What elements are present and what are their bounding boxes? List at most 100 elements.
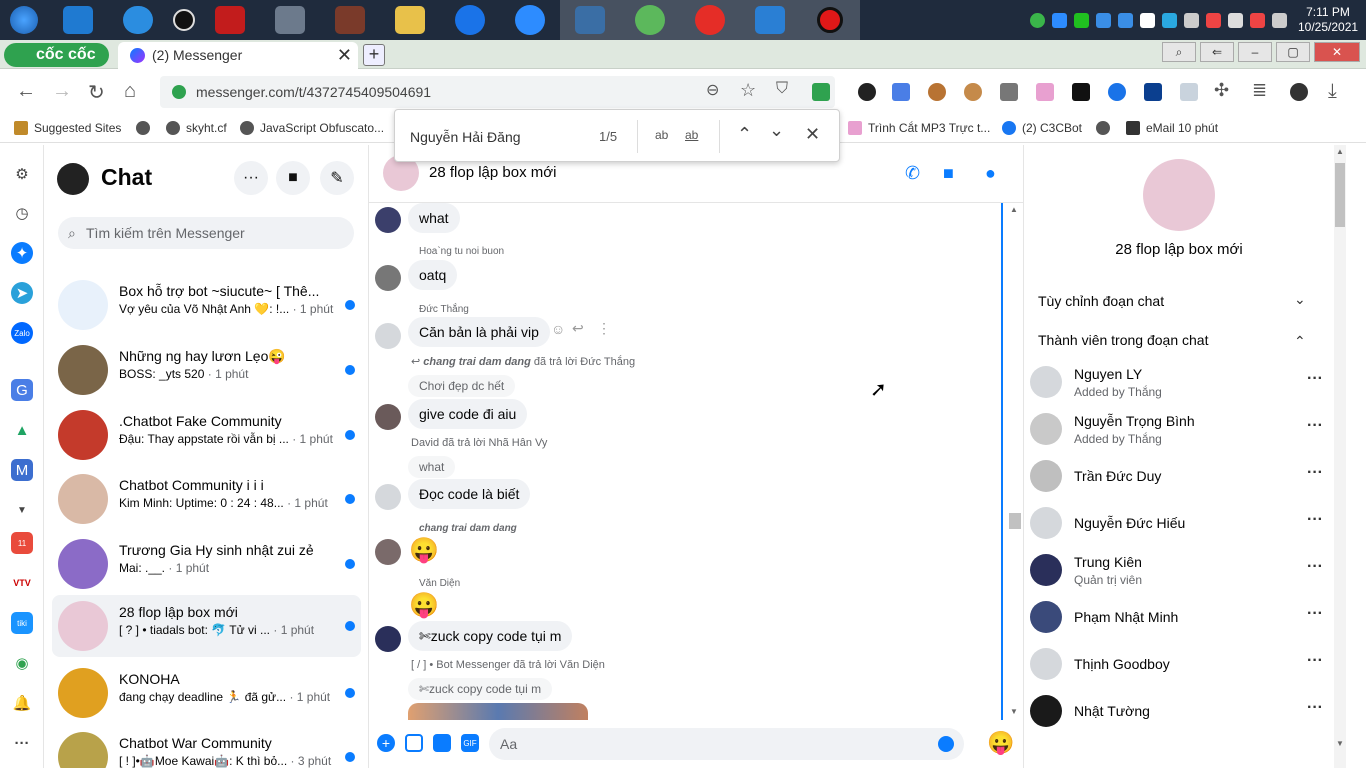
cookie-extension-icon[interactable]: [964, 83, 982, 101]
bookmark-item[interactable]: [1096, 121, 1110, 135]
conversation-item[interactable]: Box hỗ trợ bot ~siucute~ [ Thê... Vợ yêu …: [52, 274, 361, 336]
taskbar-app-remote[interactable]: [560, 0, 620, 40]
vtv-icon[interactable]: VTV: [11, 572, 33, 594]
member-item[interactable]: Trần Đức Duy ···: [1030, 454, 1330, 498]
tray-icon[interactable]: [1140, 12, 1155, 28]
avatar[interactable]: [375, 323, 401, 349]
taskbar-app-vscode[interactable]: [48, 0, 108, 40]
member-more-icon[interactable]: ···: [1307, 511, 1323, 529]
collapse-chevron-down-icon[interactable]: ▼: [11, 499, 33, 521]
conversation-item[interactable]: Chatbot War Community [ ! ]•🤖Moe Kawai🤖: …: [52, 726, 361, 768]
find-input[interactable]: Nguyễn Hải Đăng: [410, 129, 521, 145]
message-bubble[interactable]: ✄zuck copy code tụi m: [408, 621, 573, 651]
keyboard-icon[interactable]: [1272, 12, 1287, 28]
bookmark-item[interactable]: JavaScript Obfuscato...: [240, 121, 384, 135]
message-bubble[interactable]: give code đi aiu: [408, 399, 528, 429]
tray-icon[interactable]: [1052, 12, 1067, 28]
minimize-button[interactable]: –: [1238, 42, 1272, 62]
member-more-icon[interactable]: ···: [1307, 605, 1323, 623]
message-more-icon[interactable]: ⋮: [597, 320, 611, 337]
zoom-out-icon[interactable]: ⊖: [706, 80, 719, 100]
maximize-button[interactable]: ▢: [1276, 42, 1310, 62]
coccoc-icon[interactable]: ◉: [11, 652, 33, 674]
chevron-down-icon[interactable]: ⌄: [1294, 291, 1306, 308]
taskbar-clock[interactable]: 7:11 PM 10/25/2021: [1298, 5, 1358, 35]
video-room-icon[interactable]: ■: [276, 161, 310, 195]
react-emoji-icon[interactable]: ☺: [551, 321, 565, 337]
taskbar-app-onedrive[interactable]: [108, 0, 168, 40]
attach-image-icon[interactable]: [405, 734, 423, 752]
member-more-icon[interactable]: ···: [1307, 652, 1323, 670]
match-case-button[interactable]: ab: [655, 128, 668, 142]
scroll-up-icon[interactable]: ▲: [1010, 205, 1018, 214]
google-translate-icon[interactable]: G: [11, 379, 33, 401]
taskbar-app-coccoc[interactable]: [620, 0, 680, 40]
member-more-icon[interactable]: ···: [1307, 370, 1323, 388]
scrollbar-thumb[interactable]: [1009, 513, 1021, 529]
scrollbar-thumb[interactable]: [1335, 163, 1345, 227]
chat-members-section[interactable]: Thành viên trong đoạn chat: [1038, 332, 1208, 348]
taskbar-app-zalo[interactable]: [440, 0, 500, 40]
extension-icon[interactable]: [1108, 83, 1126, 101]
avatar[interactable]: [375, 484, 401, 510]
new-tab-button[interactable]: +: [363, 44, 385, 66]
tray-icon[interactable]: [1074, 12, 1089, 28]
back-arrow-icon[interactable]: ←: [16, 80, 36, 103]
member-item[interactable]: Thịnh Goodboy ···: [1030, 642, 1330, 686]
messenger-icon[interactable]: ✦: [11, 242, 33, 264]
member-item[interactable]: Nguyễn Trọng Bình Added by Thắng ···: [1030, 407, 1330, 451]
gif-icon[interactable]: GIF: [461, 734, 479, 752]
taskbar-app-record[interactable]: [800, 0, 860, 40]
message-input[interactable]: Aa: [489, 728, 964, 760]
mail-icon[interactable]: M: [11, 459, 33, 481]
list-icon[interactable]: ≣: [1252, 80, 1267, 101]
conversation-item[interactable]: 28 flop lập box mới [ ? ] • tiadals bot: …: [52, 595, 361, 657]
window-search-icon[interactable]: ⌕: [1162, 42, 1196, 62]
close-window-button[interactable]: ✕: [1314, 42, 1360, 62]
address-bar[interactable]: messenger.com/t/4372745409504691: [160, 76, 835, 108]
google-drive-icon[interactable]: ▲: [11, 419, 33, 441]
conversation-item[interactable]: Chatbot Community i i i Kim Minh: Uptime:…: [52, 468, 361, 530]
telegram-icon[interactable]: ➤: [11, 282, 33, 304]
zalo-icon[interactable]: Zalo: [11, 322, 33, 344]
home-icon[interactable]: ⌂: [124, 80, 136, 103]
member-item[interactable]: Nguyen LY Added by Thắng ···: [1030, 360, 1330, 404]
reload-icon[interactable]: ↻: [88, 80, 105, 105]
speaker-icon[interactable]: [1228, 12, 1243, 28]
avatar[interactable]: [375, 404, 401, 430]
chevron-up-icon[interactable]: ⌃: [1294, 333, 1306, 350]
emoji-picker-icon[interactable]: [938, 736, 954, 752]
send-emoji-icon[interactable]: 😛: [987, 730, 1014, 756]
avatar[interactable]: [57, 163, 89, 195]
taskbar-app-garena[interactable]: [200, 0, 260, 40]
bookmark-item[interactable]: skyht.cf: [166, 121, 227, 135]
profile-icon[interactable]: [1290, 83, 1308, 101]
quoted-message[interactable]: what: [408, 456, 456, 478]
image-attachment[interactable]: [408, 703, 588, 720]
volume-muted-icon[interactable]: [1206, 12, 1221, 28]
conversation-item[interactable]: Trương Gia Hy sinh nhật zui zẻ Mai: .__. …: [52, 533, 361, 595]
quoted-message[interactable]: ✄zuck copy code tụi m: [408, 678, 553, 700]
download-extension-icon[interactable]: [812, 83, 830, 101]
bookmark-star-icon[interactable]: ☆: [740, 80, 756, 101]
extension-icon[interactable]: [1036, 83, 1054, 101]
taskbar-app-zoom[interactable]: [500, 0, 560, 40]
member-more-icon[interactable]: ···: [1307, 464, 1323, 482]
tray-icon[interactable]: [1162, 12, 1177, 28]
extension-icon[interactable]: [1000, 83, 1018, 101]
tray-icon[interactable]: [1118, 12, 1133, 28]
bookmark-item[interactable]: (2) C3CBot: [1002, 121, 1082, 135]
quoted-message[interactable]: Chơi đẹp dc hết: [408, 375, 516, 397]
conversation-item[interactable]: KONOHA đang chạy deadline 🏃 đã gử... · 1 …: [52, 662, 361, 724]
emoji-message[interactable]: 😛: [409, 536, 439, 565]
windows-start-button[interactable]: [0, 0, 48, 40]
voice-call-phone-icon[interactable]: ✆: [905, 163, 920, 184]
history-icon[interactable]: ◷: [11, 202, 33, 224]
taskbar-app-screen[interactable]: [740, 0, 800, 40]
extension-icon[interactable]: [1180, 83, 1198, 101]
taskbar-app-game[interactable]: [320, 0, 380, 40]
group-avatar[interactable]: [1143, 159, 1215, 231]
message-bubble[interactable]: oatq: [408, 260, 458, 290]
tray-icon[interactable]: [1096, 12, 1111, 28]
extension-icon[interactable]: [928, 83, 946, 101]
